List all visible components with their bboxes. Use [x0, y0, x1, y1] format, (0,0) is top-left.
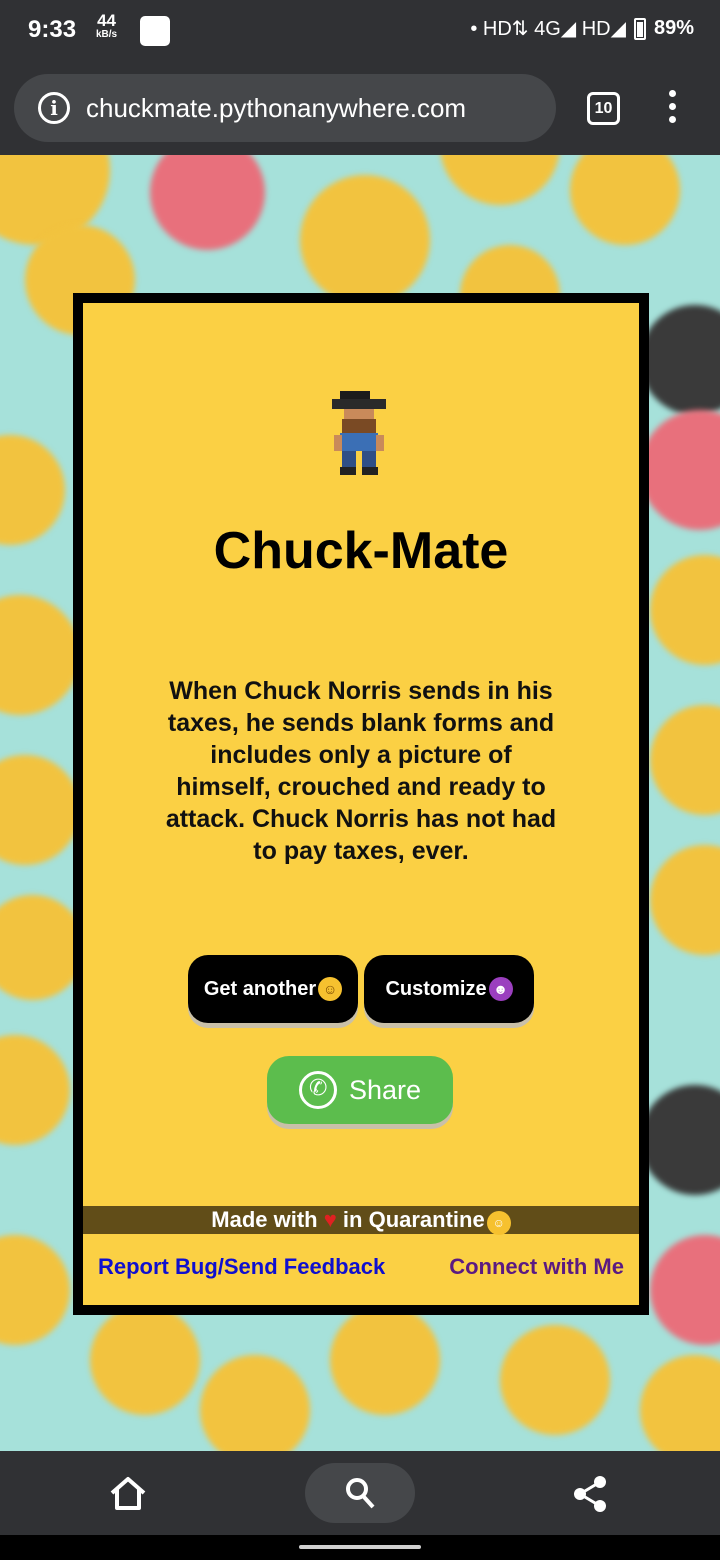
get-another-label: Get another: [203, 977, 317, 1000]
connect-with-me-link[interactable]: Connect with Me: [449, 1254, 624, 1280]
made-with-text: Made with: [211, 1207, 318, 1232]
address-bar[interactable]: i chuckmate.pythonanywhere.com: [14, 74, 556, 142]
share-label: Share: [348, 1074, 422, 1105]
tabs-icon[interactable]: 10: [587, 92, 620, 125]
background-emoji: [500, 1325, 610, 1435]
browser-bottom-bar: [0, 1451, 720, 1535]
chuck-norris-sprite: [332, 391, 386, 475]
joke-text: When Chuck Norris sends in his taxes, he…: [165, 677, 557, 865]
whatsapp-share-button[interactable]: Share: [267, 1056, 453, 1124]
background-emoji: [640, 410, 720, 530]
made-with-footer: Made with ♥ in Quarantine ☺: [83, 1206, 639, 1235]
background-emoji: [650, 1235, 720, 1345]
in-quarantine-text: in Quarantine: [342, 1207, 485, 1232]
customize-button[interactable]: Customize ☻: [364, 955, 534, 1023]
background-emoji: [0, 1235, 70, 1345]
joke-card-body: Chuck-Mate When Chuck Norris sends in hi…: [83, 303, 639, 1305]
signal-indicators: • HD⇅ 4G◢ HD◢: [470, 18, 626, 40]
background-emoji: [440, 155, 560, 205]
background-emoji: [0, 755, 80, 865]
background-emoji: [0, 1035, 70, 1145]
gesture-handle[interactable]: [299, 1545, 421, 1549]
background-emoji: [0, 595, 80, 715]
devil-emoji-icon: ☻: [488, 977, 513, 1001]
background-emoji: [640, 1085, 720, 1195]
mask-emoji-icon: ☺: [486, 1211, 511, 1235]
heart-icon: ♥: [323, 1207, 337, 1232]
app-notification-icon: [140, 16, 170, 46]
background-emoji: [0, 435, 65, 545]
gesture-navigation-bar: [0, 1535, 720, 1560]
customize-label: Customize: [385, 977, 487, 1000]
info-icon[interactable]: i: [38, 92, 70, 124]
app-title: Chuck-Mate: [213, 522, 509, 580]
url-text[interactable]: chuckmate.pythonanywhere.com: [86, 93, 466, 124]
status-bar: 9:33 44 kB/s • HD⇅ 4G◢ HD◢ 89%: [0, 0, 720, 62]
background-emoji: [650, 555, 720, 665]
background-emoji: [640, 305, 720, 415]
network-speed-unit: kB/s: [96, 29, 118, 40]
background-emoji: [90, 1305, 200, 1415]
background-emoji: [650, 705, 720, 815]
status-indicators: • HD⇅ 4G◢ HD◢ 89%: [470, 16, 694, 41]
network-speed: 44 kB/s: [96, 12, 118, 42]
share-icon[interactable]: [572, 1475, 608, 1513]
home-icon[interactable]: [108, 1475, 148, 1511]
background-emoji: [330, 1305, 440, 1415]
joke-card: Chuck-Mate When Chuck Norris sends in hi…: [73, 293, 649, 1315]
whatsapp-icon: [298, 1071, 337, 1109]
battery-percent: 89%: [653, 17, 694, 39]
background-emoji: [570, 155, 680, 245]
get-another-button[interactable]: Get another ☺: [188, 955, 358, 1023]
background-emoji: [150, 155, 265, 250]
status-time: 9:33: [28, 16, 77, 43]
background-emoji: [640, 1355, 720, 1451]
report-bug-link[interactable]: Report Bug/Send Feedback: [98, 1254, 385, 1280]
browser-toolbar: i chuckmate.pythonanywhere.com 10: [0, 62, 720, 155]
background-emoji: [650, 845, 720, 955]
battery-icon: [633, 17, 646, 40]
background-emoji: [200, 1355, 310, 1451]
kebab-menu-icon[interactable]: [664, 90, 680, 130]
laughing-emoji-icon: ☺: [318, 977, 343, 1001]
search-icon: [346, 1478, 375, 1509]
background-emoji: [300, 175, 430, 305]
search-button[interactable]: [305, 1463, 415, 1523]
